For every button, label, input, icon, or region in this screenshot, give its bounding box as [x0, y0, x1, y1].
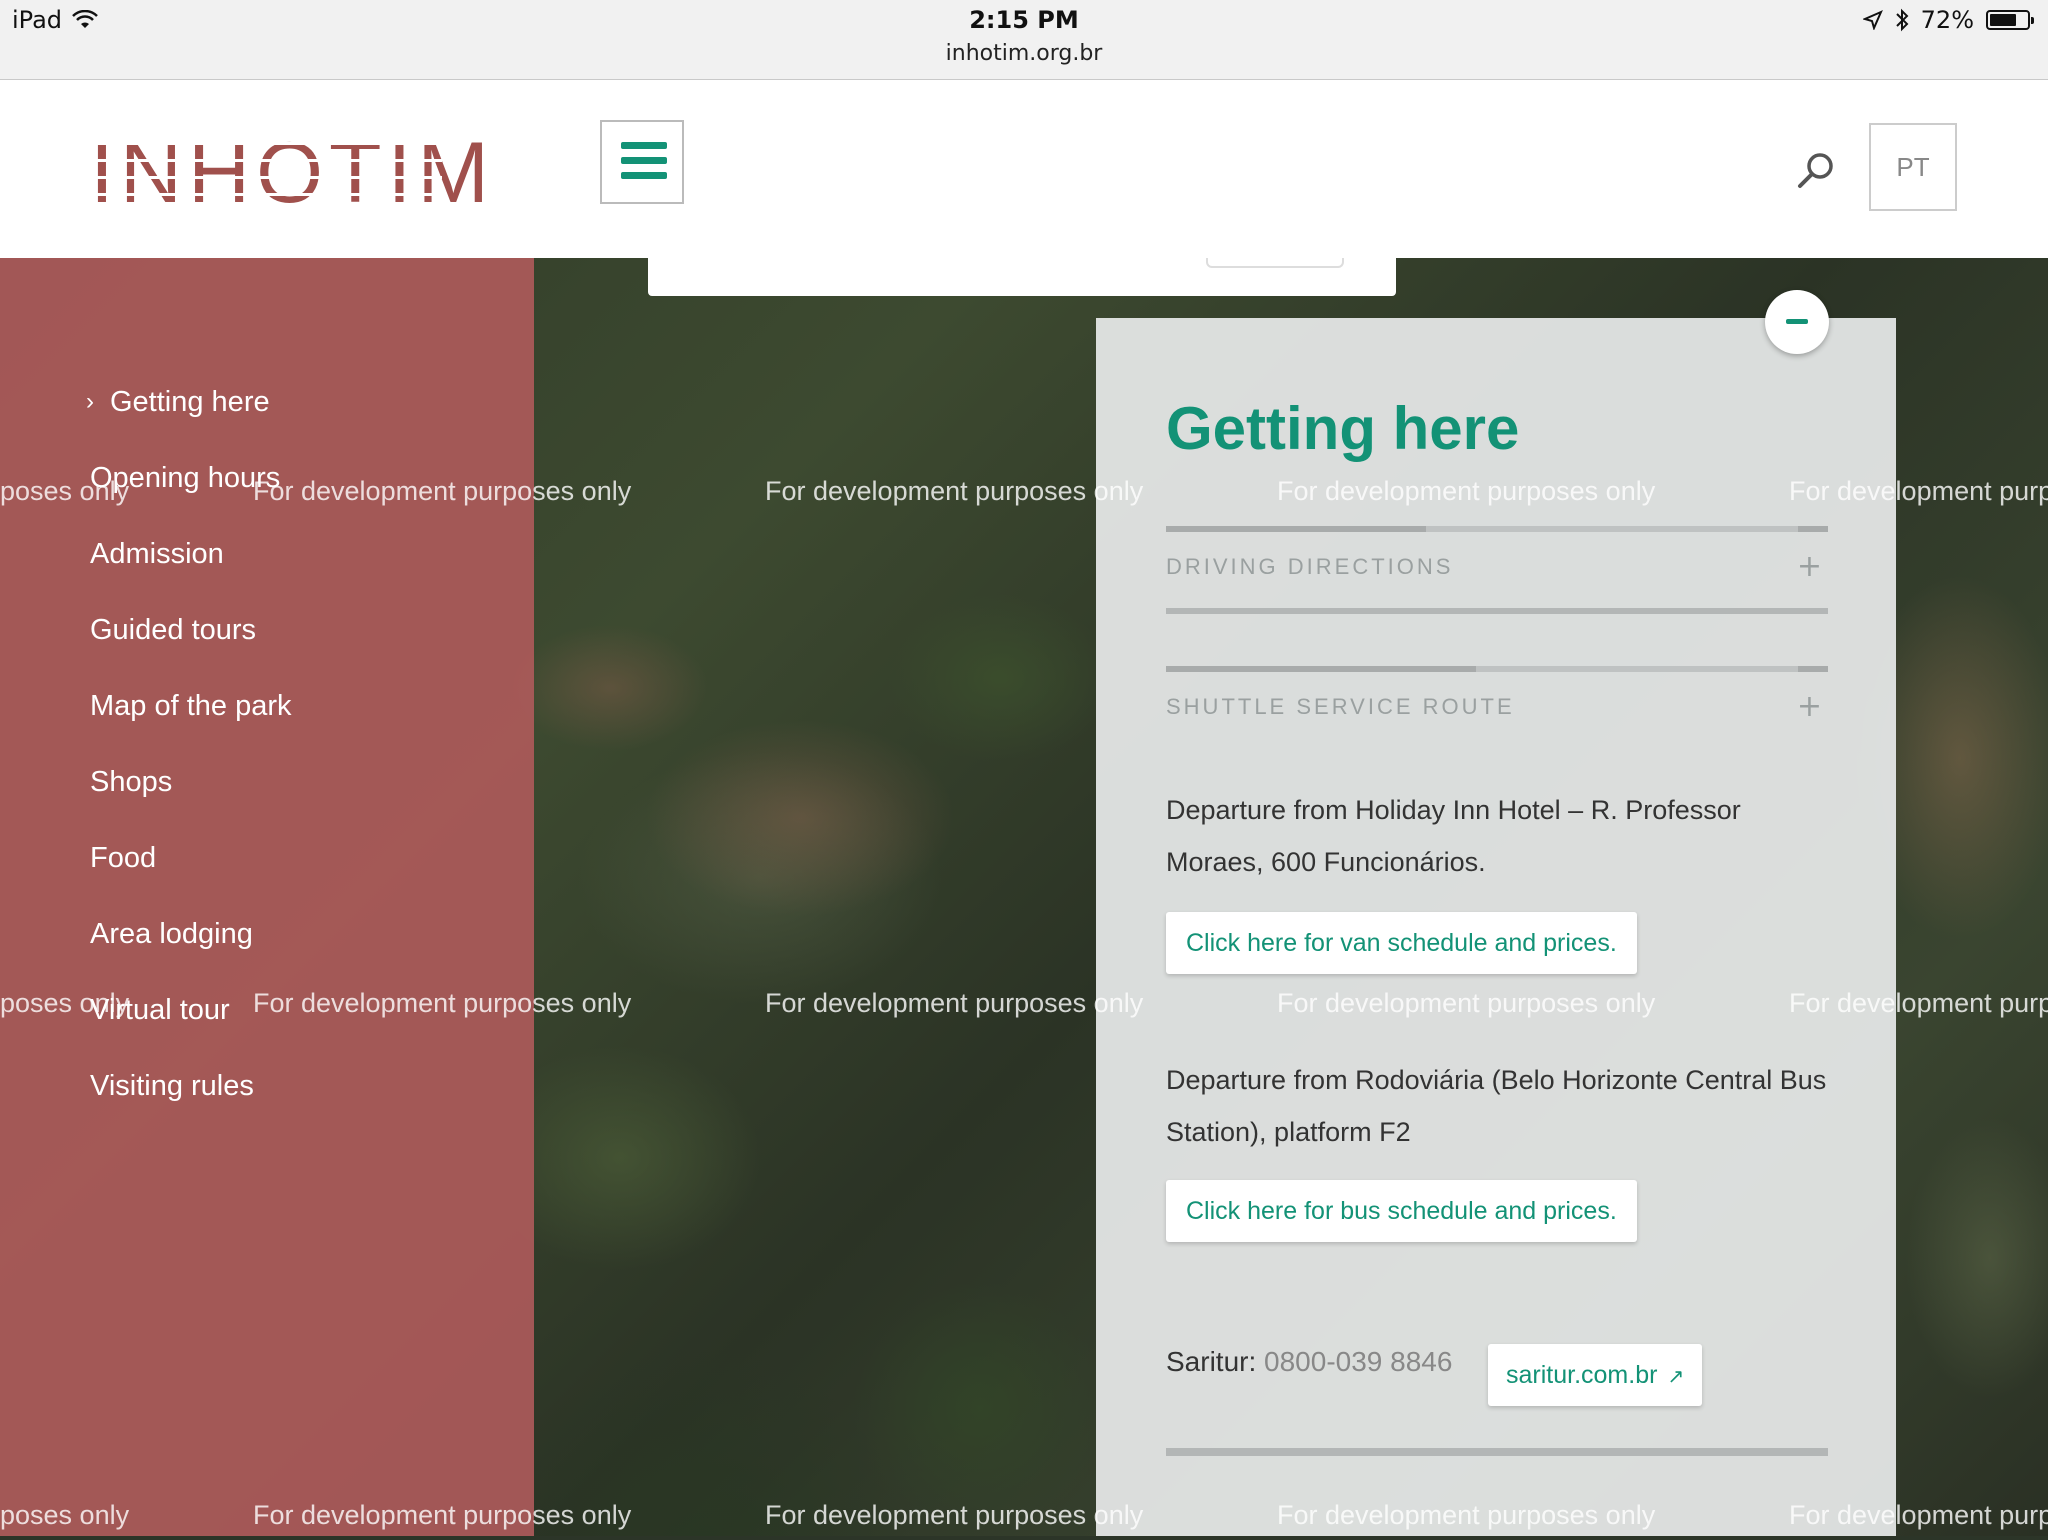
hamburger-menu-icon-bar [621, 172, 667, 179]
address-bar-url[interactable]: inhotim.org.br [0, 41, 2048, 66]
sidebar-item-label: Virtual tour [90, 994, 230, 1026]
sidebar-item-virtual-tour[interactable]: Virtual tour [90, 990, 292, 1066]
accordion-divider-highlight [1166, 666, 1476, 672]
plus-icon: + [1796, 549, 1822, 584]
search-icon[interactable] [1794, 148, 1838, 192]
minus-icon [1786, 319, 1808, 324]
external-link-arrow-icon: ↗ [1667, 1366, 1685, 1388]
holiday-inn-departure-text: Departure from Holiday Inn Hotel – R. Pr… [1166, 795, 1741, 877]
plus-icon: + [1796, 689, 1822, 724]
sidebar-item-shops[interactable]: Shops [90, 762, 292, 838]
status-time: 2:15 PM [969, 6, 1079, 34]
accordion-driving-directions[interactable]: DRIVING DIRECTIONS + [1166, 526, 1828, 616]
sidebar-list: › Getting here Opening hours Admission G… [86, 382, 292, 1142]
top-card [648, 258, 1396, 296]
sidebar-item-opening-hours[interactable]: Opening hours [90, 458, 292, 534]
sidebar-item-label: Shops [90, 766, 173, 798]
location-arrow-icon [1862, 10, 1883, 30]
bus-schedule-link[interactable]: Click here for bus schedule and prices. [1166, 1180, 1637, 1242]
sidebar-item-map-of-the-park[interactable]: Map of the park [90, 686, 292, 762]
battery-fill [1990, 14, 2016, 26]
chevron-right-icon: › [86, 388, 94, 415]
accordion-divider-bottom [1166, 608, 1828, 614]
accordion-divider [1166, 526, 1828, 532]
sidebar-item-label: Area lodging [90, 918, 253, 950]
getting-here-panel: Getting here DRIVING DIRECTIONS + SHUTTL… [1096, 318, 1896, 1536]
sidebar-menu: › Getting here Opening hours Admission G… [0, 258, 534, 1536]
sidebar-item-food[interactable]: Food [90, 838, 292, 914]
sidebar-item-visiting-rules[interactable]: Visiting rules [90, 1066, 292, 1142]
accordion-divider-end [1798, 666, 1828, 672]
saritur-label: Saritur: [1166, 1346, 1257, 1377]
accordion-divider-end [1798, 526, 1828, 532]
accordion-label: DRIVING DIRECTIONS [1166, 554, 1454, 579]
accordion-shuttle-service-route[interactable]: SHUTTLE SERVICE ROUTE + [1166, 666, 1828, 726]
rodoviaria-departure-text: Departure from Rodoviária (Belo Horizont… [1166, 1065, 1827, 1147]
panel-title: Getting here [1166, 395, 1520, 462]
saritur-contact: Saritur: 0800-039 8846 [1166, 1346, 1452, 1378]
language-toggle-button[interactable]: PT [1869, 123, 1957, 211]
hamburger-menu-icon [621, 142, 667, 149]
battery-percent: 72% [1920, 6, 1974, 34]
top-card-button[interactable] [1206, 258, 1344, 268]
sidebar-item-label: Opening hours [90, 462, 281, 494]
accordion-label: SHUTTLE SERVICE ROUTE [1166, 694, 1515, 719]
sidebar-item-getting-here[interactable]: › Getting here [86, 382, 292, 458]
accordion-divider [1166, 666, 1828, 672]
sidebar-item-label: Map of the park [90, 690, 292, 722]
site-header: INHOTIM PT [0, 80, 2048, 258]
saritur-website-link[interactable]: saritur.com.br ↗ [1488, 1344, 1703, 1406]
saritur-phone[interactable]: 0800-039 8846 [1264, 1346, 1452, 1377]
panel-divider [1166, 1448, 1828, 1456]
sidebar-item-admission[interactable]: Admission [90, 534, 292, 610]
van-schedule-link[interactable]: Click here for van schedule and prices. [1166, 912, 1637, 974]
bluetooth-icon [1895, 8, 1909, 32]
hamburger-menu-icon-bar [621, 157, 667, 164]
status-bar: iPad 2:15 PM inhotim.org.br 72% [0, 0, 2048, 80]
inhotim-logo[interactable]: INHOTIM [90, 124, 495, 223]
collapse-panel-button[interactable] [1765, 290, 1829, 354]
battery-icon [1986, 10, 2034, 30]
accordion-divider-highlight [1166, 526, 1426, 532]
saritur-link-label: saritur.com.br [1506, 1361, 1658, 1389]
sidebar-item-label: Getting here [110, 386, 270, 418]
sidebar-item-label: Admission [90, 538, 224, 570]
sidebar-item-label: Food [90, 842, 157, 874]
sidebar-item-label: Visiting rules [90, 1070, 254, 1102]
status-right: 72% [1862, 6, 2034, 34]
sidebar-item-label: Guided tours [90, 614, 257, 646]
sidebar-item-area-lodging[interactable]: Area lodging [90, 914, 292, 990]
hamburger-menu-button[interactable] [600, 120, 684, 204]
sidebar-item-guided-tours[interactable]: Guided tours [90, 610, 292, 686]
